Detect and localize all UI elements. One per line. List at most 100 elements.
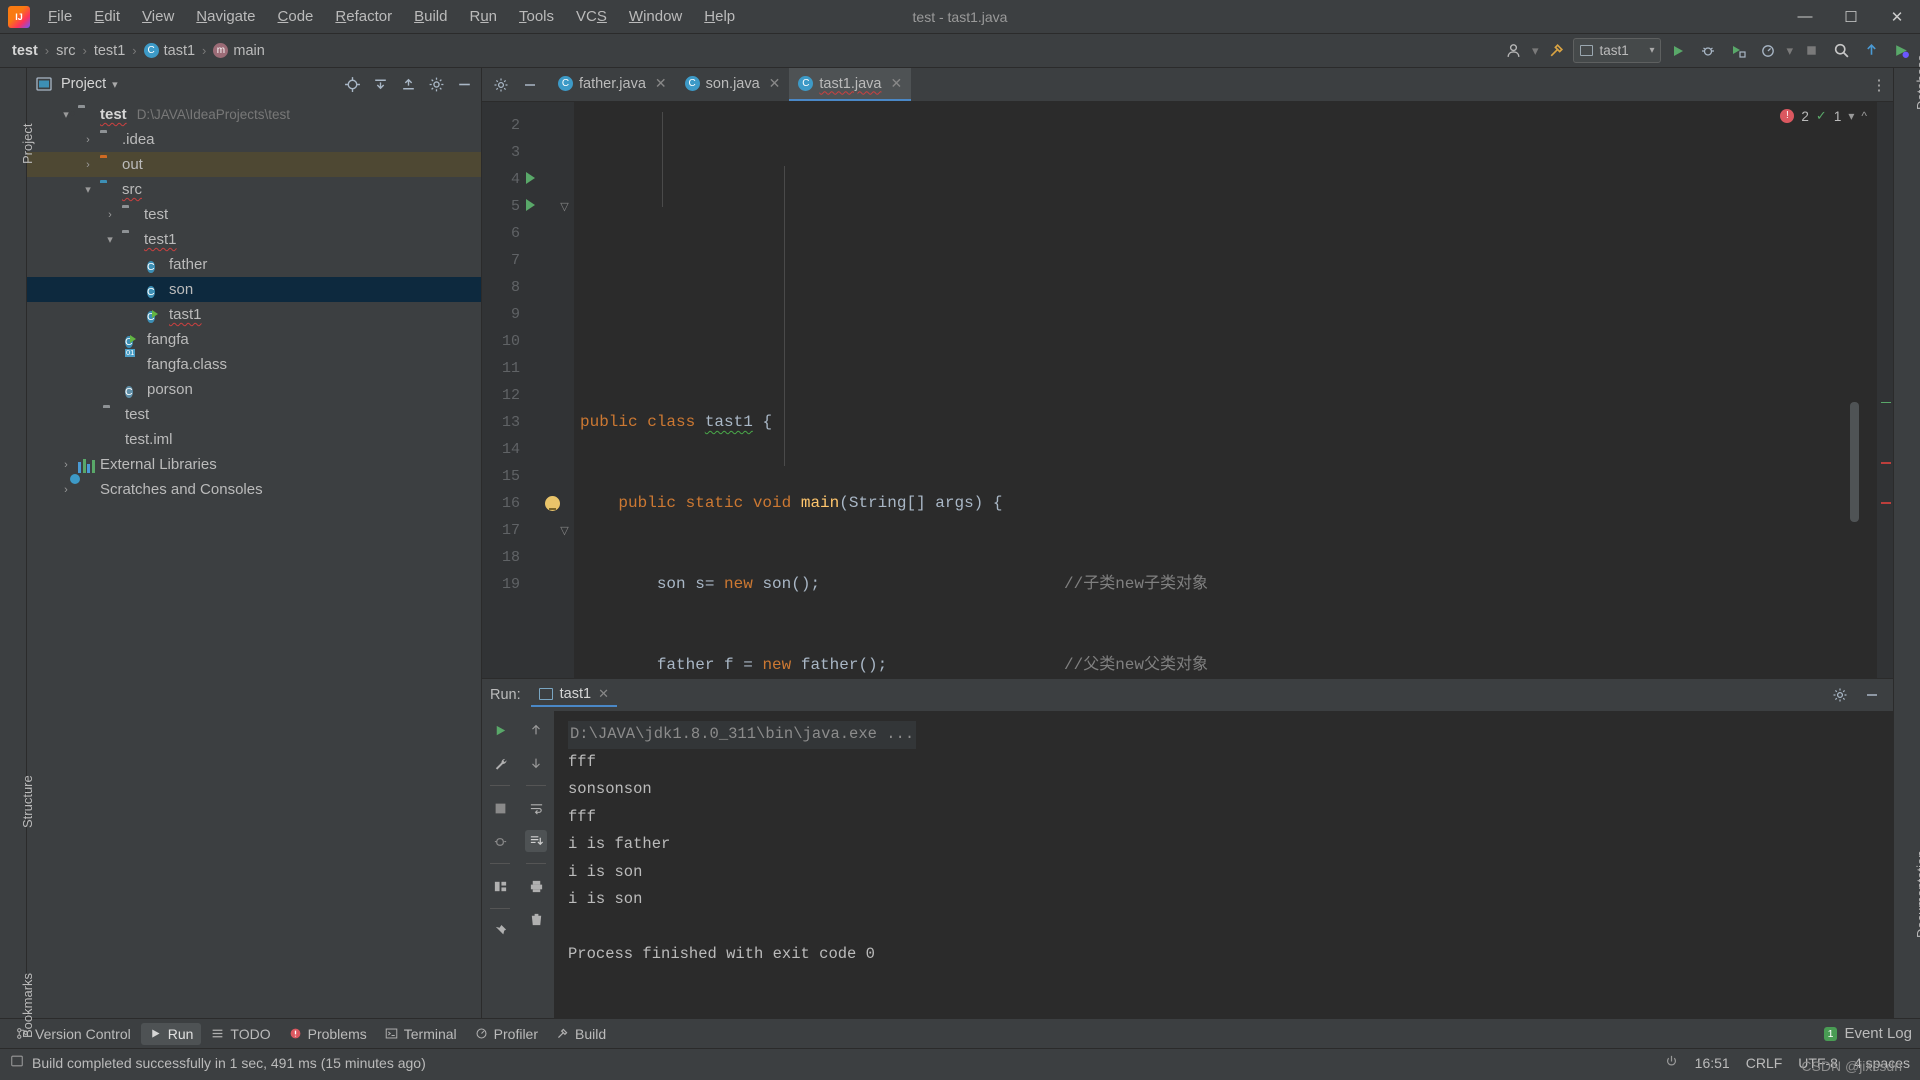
minimize-button[interactable]: —	[1782, 0, 1828, 34]
bottom-tab-profiler[interactable]: Profiler	[467, 1023, 546, 1045]
tree-item-external-libraries[interactable]: › External Libraries	[27, 452, 481, 477]
menu-item-view[interactable]: View	[132, 4, 184, 29]
code-line-5[interactable]: public static void main(String[] args) {	[574, 490, 1877, 517]
tree-item-idea[interactable]: › .idea	[27, 127, 481, 152]
menu-item-file[interactable]: FFileile	[38, 4, 82, 29]
tree-item-fangfa-class[interactable]: fangfa.class	[27, 352, 481, 377]
code-line-3[interactable]	[574, 328, 1877, 355]
rail-item-documentation[interactable]: Documentation	[1914, 851, 1920, 938]
power-save-icon[interactable]	[1664, 1054, 1679, 1072]
fold-marker[interactable]: ▽	[559, 524, 570, 537]
hide-panel-icon[interactable]	[1859, 682, 1885, 708]
maximize-button[interactable]: ☐	[1828, 0, 1874, 34]
bottom-tab-run[interactable]: Run	[140, 1022, 202, 1045]
run-button[interactable]	[1665, 38, 1691, 64]
rail-item-bookmarks[interactable]: Bookmarks	[20, 973, 35, 1038]
menu-item-window[interactable]: Window	[619, 4, 692, 29]
tree-item-scratches-and-consoles[interactable]: › Scratches and Consoles	[27, 477, 481, 502]
run-console-output[interactable]: D:\JAVA\jdk1.8.0_311\bin\java.exe ... ff…	[554, 711, 1893, 1018]
settings-gear-icon[interactable]	[488, 72, 514, 98]
locate-file-icon[interactable]	[341, 73, 363, 95]
settings-gear-icon[interactable]	[425, 73, 447, 95]
soft-wrap-icon[interactable]	[525, 797, 547, 819]
close-icon[interactable]: ✕	[890, 75, 902, 92]
close-icon[interactable]: ✕	[769, 75, 781, 92]
encoding-indicator[interactable]: UTF-8	[1798, 1055, 1838, 1071]
settings-gear-icon[interactable]	[1827, 682, 1853, 708]
tree-item-package-test[interactable]: › test	[27, 202, 481, 227]
menu-item-navigate[interactable]: Navigate	[186, 4, 265, 29]
chevron-right-icon[interactable]: ›	[59, 484, 73, 496]
code-line-2[interactable]	[574, 247, 1877, 274]
rerun-icon[interactable]	[489, 719, 511, 741]
tree-item-src[interactable]: ▾ src	[27, 177, 481, 202]
editor-gutter[interactable]: 2 3 4 5 ▽ 6 7 8 9 10 11 12 13 14 15 16 17…	[482, 102, 574, 678]
breadcrumb-item-test1[interactable]: test1	[88, 41, 131, 61]
idea-launch-icon[interactable]	[1888, 38, 1914, 64]
pin-icon[interactable]	[489, 920, 511, 942]
chevron-down-icon[interactable]: ▾	[1848, 109, 1854, 123]
close-icon[interactable]: ✕	[598, 686, 609, 702]
code-line-7[interactable]: father f = new father();//父类new父类对象	[574, 652, 1877, 678]
menu-item-tools[interactable]: Tools	[509, 4, 564, 29]
menu-item-build[interactable]: Build	[404, 4, 457, 29]
warning-marker[interactable]	[1881, 402, 1891, 403]
tree-item-son[interactable]: C son	[27, 277, 481, 302]
update-project-icon[interactable]	[1858, 38, 1884, 64]
editor-tab-father-java[interactable]: C father.java ✕	[549, 68, 676, 101]
wrench-settings-icon[interactable]	[489, 752, 511, 774]
run-configuration-selector[interactable]: tast1 ▾	[1573, 38, 1662, 63]
tree-item-test-iml[interactable]: test.iml	[27, 427, 481, 452]
code-line-6[interactable]: son s= new son();//子类new子类对象	[574, 571, 1877, 598]
close-button[interactable]: ✕	[1874, 0, 1920, 34]
print-icon[interactable]	[525, 875, 547, 897]
menu-item-refactor[interactable]: Refactor	[325, 4, 402, 29]
tree-item-porson[interactable]: C porson	[27, 377, 481, 402]
indent-indicator[interactable]: 4 spaces	[1854, 1055, 1910, 1071]
editor-options-icon[interactable]: ⋮	[1865, 68, 1893, 101]
tree-item-fangfa[interactable]: C fangfa	[27, 327, 481, 352]
tree-item-out[interactable]: › out	[27, 152, 481, 177]
profiler-button[interactable]	[1755, 38, 1781, 64]
menu-item-vcs[interactable]: VCS	[566, 4, 617, 29]
chevron-down-icon[interactable]: ▾	[81, 183, 95, 196]
chevron-down-icon[interactable]: ▾	[112, 78, 118, 91]
chevron-right-icon[interactable]: ›	[81, 134, 95, 146]
scroll-to-end-icon[interactable]	[525, 830, 547, 852]
breadcrumb-item-main[interactable]: m main	[207, 41, 270, 61]
error-marker[interactable]	[1881, 502, 1891, 504]
bottom-tab-todo[interactable]: TODO	[203, 1023, 278, 1045]
hide-panel-icon[interactable]	[453, 73, 475, 95]
run-gutter-icon[interactable]	[520, 171, 540, 188]
stop-icon[interactable]	[489, 797, 511, 819]
stop-button[interactable]	[1798, 38, 1824, 64]
project-tree[interactable]: ▾ test D:\JAVA\IdeaProjects\test › .idea…	[27, 100, 481, 1018]
editor-tab-son-java[interactable]: C son.java ✕	[676, 68, 790, 101]
collapse-icon[interactable]: ^	[1861, 109, 1867, 123]
menu-item-run[interactable]: Run	[459, 4, 507, 29]
menu-item-help[interactable]: Help	[694, 4, 745, 29]
breadcrumb-item-src[interactable]: src	[50, 41, 81, 61]
clear-all-icon[interactable]	[525, 908, 547, 930]
chevron-right-icon[interactable]: ›	[59, 459, 73, 471]
breadcrumb-item-tast1[interactable]: C tast1	[138, 41, 201, 61]
rail-item-structure[interactable]: Structure	[20, 775, 35, 828]
fold-marker[interactable]: ▽	[559, 200, 570, 213]
debug-dump-icon[interactable]	[489, 830, 511, 852]
rail-item-project[interactable]: Project	[20, 124, 35, 164]
close-icon[interactable]: ✕	[655, 75, 667, 92]
rail-item-database[interactable]: Database	[1914, 54, 1920, 110]
tree-item-package-test1[interactable]: ▾ test1	[27, 227, 481, 252]
hammer-build-icon[interactable]	[1543, 38, 1569, 64]
run-tab-tast1[interactable]: tast1 ✕	[530, 683, 617, 707]
scroll-up-icon[interactable]	[525, 719, 547, 741]
tree-item-father[interactable]: C father	[27, 252, 481, 277]
menu-item-code[interactable]: Code	[268, 4, 324, 29]
bottom-tab-terminal[interactable]: Terminal	[377, 1023, 465, 1045]
event-log-label[interactable]: Event Log	[1844, 1025, 1912, 1042]
run-with-coverage-button[interactable]	[1725, 38, 1751, 64]
tree-item-tast1[interactable]: C tast1	[27, 302, 481, 327]
code-content[interactable]: public class tast1 { public static void …	[574, 102, 1877, 678]
breadcrumb-item-test[interactable]: test	[6, 41, 44, 61]
scroll-down-icon[interactable]	[525, 752, 547, 774]
